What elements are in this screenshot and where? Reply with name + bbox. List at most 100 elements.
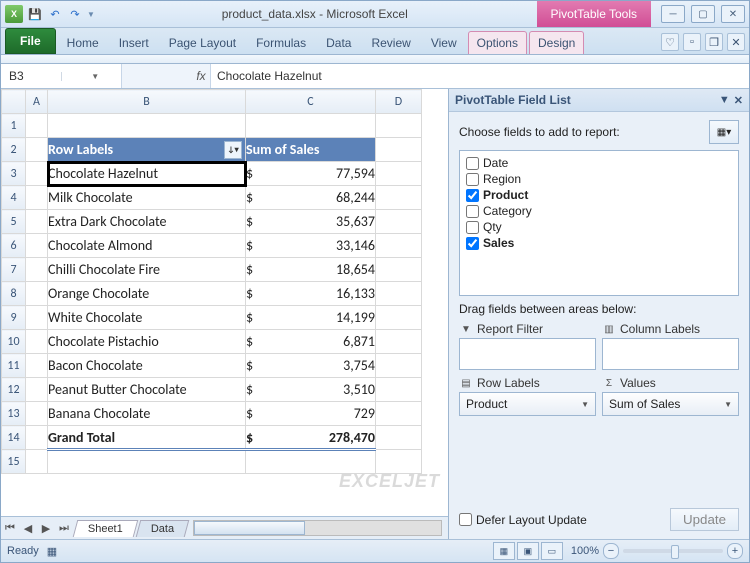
maximize-button[interactable]: ▢ xyxy=(691,5,715,23)
row-labels-chip[interactable]: Product▼ xyxy=(459,392,596,416)
row-header-3[interactable]: 3 xyxy=(2,162,26,186)
pivot-row-value[interactable]: $14,199 xyxy=(246,306,376,330)
fx-icon[interactable]: fx xyxy=(192,64,211,88)
pivot-grand-total-value[interactable]: $278,470 xyxy=(246,426,376,450)
pivot-row-label[interactable]: Banana Chocolate xyxy=(48,402,246,426)
cell-C15[interactable] xyxy=(246,450,376,474)
cell-D9[interactable] xyxy=(376,306,422,330)
cell-A9[interactable] xyxy=(26,306,48,330)
close-button[interactable]: ✕ xyxy=(721,5,745,23)
cell-B1[interactable] xyxy=(48,114,246,138)
cell-A10[interactable] xyxy=(26,330,48,354)
cell-D15[interactable] xyxy=(376,450,422,474)
pivot-row-label[interactable]: White Chocolate xyxy=(48,306,246,330)
tab-options[interactable]: Options xyxy=(468,31,527,54)
field-product[interactable]: Product xyxy=(464,187,734,203)
restore-window-icon[interactable]: ❐ xyxy=(705,33,723,51)
cell-D7[interactable] xyxy=(376,258,422,282)
sheet-nav-next-icon[interactable]: ▶ xyxy=(37,522,55,535)
row-header-10[interactable]: 10 xyxy=(2,330,26,354)
tab-page-layout[interactable]: Page Layout xyxy=(160,31,245,54)
name-box[interactable]: B3 ▼ xyxy=(1,64,122,88)
worksheet-grid[interactable]: ABCD12Row Labels↓▾Sum of Sales3Chocolate… xyxy=(1,89,448,516)
pivot-row-label[interactable]: Milk Chocolate xyxy=(48,186,246,210)
cell-D11[interactable] xyxy=(376,354,422,378)
minimize-ribbon-icon[interactable]: ▫ xyxy=(683,33,701,51)
pivot-row-label[interactable]: Bacon Chocolate xyxy=(48,354,246,378)
save-icon[interactable]: 💾 xyxy=(27,6,43,22)
zoom-slider-thumb[interactable] xyxy=(671,545,679,559)
cell-D3[interactable] xyxy=(376,162,422,186)
field-region[interactable]: Region xyxy=(464,171,734,187)
pivot-row-value[interactable]: $16,133 xyxy=(246,282,376,306)
cell-A5[interactable] xyxy=(26,210,48,234)
pivot-row-value[interactable]: $77,594 xyxy=(246,162,376,186)
minimize-button[interactable]: ─ xyxy=(661,5,685,23)
cell-D5[interactable] xyxy=(376,210,422,234)
row-header-8[interactable]: 8 xyxy=(2,282,26,306)
macro-record-icon[interactable]: ▦ xyxy=(47,545,57,558)
defer-checkbox[interactable] xyxy=(459,513,472,526)
sheet-nav-prev-icon[interactable]: ◀ xyxy=(19,522,37,535)
cell-A15[interactable] xyxy=(26,450,48,474)
chip-dropdown-icon[interactable]: ▼ xyxy=(581,400,589,409)
field-date[interactable]: Date xyxy=(464,155,734,171)
field-qty[interactable]: Qty xyxy=(464,219,734,235)
column-labels-dropzone[interactable] xyxy=(602,338,739,370)
pivot-row-label[interactable]: Extra Dark Chocolate xyxy=(48,210,246,234)
pivot-row-labels-header[interactable]: Row Labels↓▾ xyxy=(48,138,246,162)
column-header-A[interactable]: A xyxy=(26,90,48,114)
tab-review[interactable]: Review xyxy=(362,31,419,54)
pivot-row-value[interactable]: $33,146 xyxy=(246,234,376,258)
pivot-row-label[interactable]: Peanut Butter Chocolate xyxy=(48,378,246,402)
zoom-in-button[interactable]: + xyxy=(727,543,743,559)
cell-D14[interactable] xyxy=(376,426,422,450)
redo-icon[interactable]: ↷ xyxy=(67,6,83,22)
field-checkbox[interactable] xyxy=(466,173,479,186)
field-list-layout-button[interactable]: ▦▾ xyxy=(709,120,739,144)
column-header-D[interactable]: D xyxy=(376,90,422,114)
formula-input[interactable]: Chocolate Hazelnut xyxy=(211,64,749,88)
row-header-6[interactable]: 6 xyxy=(2,234,26,258)
field-checkbox[interactable] xyxy=(466,221,479,234)
undo-icon[interactable]: ↶ xyxy=(47,6,63,22)
row-header-9[interactable]: 9 xyxy=(2,306,26,330)
column-header-C[interactable]: C xyxy=(246,90,376,114)
pivot-row-label[interactable]: Chocolate Pistachio xyxy=(48,330,246,354)
row-header-5[interactable]: 5 xyxy=(2,210,26,234)
field-sales[interactable]: Sales xyxy=(464,235,734,251)
pivot-row-value[interactable]: $6,871 xyxy=(246,330,376,354)
pivot-row-value[interactable]: $35,637 xyxy=(246,210,376,234)
cell-A1[interactable] xyxy=(26,114,48,138)
pivot-grand-total-label[interactable]: Grand Total xyxy=(48,426,246,450)
cell-D13[interactable] xyxy=(376,402,422,426)
scrollbar-thumb[interactable] xyxy=(194,521,305,535)
cell-B15[interactable] xyxy=(48,450,246,474)
pivot-row-value[interactable]: $3,754 xyxy=(246,354,376,378)
row-header-4[interactable]: 4 xyxy=(2,186,26,210)
pivot-row-value[interactable]: $68,244 xyxy=(246,186,376,210)
cell-A7[interactable] xyxy=(26,258,48,282)
close-workbook-icon[interactable]: ✕ xyxy=(727,33,745,51)
zoom-slider[interactable] xyxy=(623,549,723,553)
cell-D10[interactable] xyxy=(376,330,422,354)
cell-A11[interactable] xyxy=(26,354,48,378)
chip-dropdown-icon[interactable]: ▼ xyxy=(724,400,732,409)
tab-insert[interactable]: Insert xyxy=(110,31,158,54)
cell-A12[interactable] xyxy=(26,378,48,402)
pivot-row-label[interactable]: Orange Chocolate xyxy=(48,282,246,306)
excel-icon[interactable]: X xyxy=(5,5,23,23)
view-page-break-icon[interactable]: ▭ xyxy=(541,542,563,560)
row-header-1[interactable]: 1 xyxy=(2,114,26,138)
field-category[interactable]: Category xyxy=(464,203,734,219)
row-header-11[interactable]: 11 xyxy=(2,354,26,378)
zoom-level[interactable]: 100% xyxy=(571,545,599,557)
select-all-cell[interactable] xyxy=(2,90,26,114)
pivot-row-value[interactable]: $18,654 xyxy=(246,258,376,282)
values-chip[interactable]: Sum of Sales▼ xyxy=(602,392,739,416)
cell-D4[interactable] xyxy=(376,186,422,210)
cell-A14[interactable] xyxy=(26,426,48,450)
cell-A2[interactable] xyxy=(26,138,48,162)
tab-home[interactable]: Home xyxy=(58,31,108,54)
pivot-row-label[interactable]: Chilli Chocolate Fire xyxy=(48,258,246,282)
